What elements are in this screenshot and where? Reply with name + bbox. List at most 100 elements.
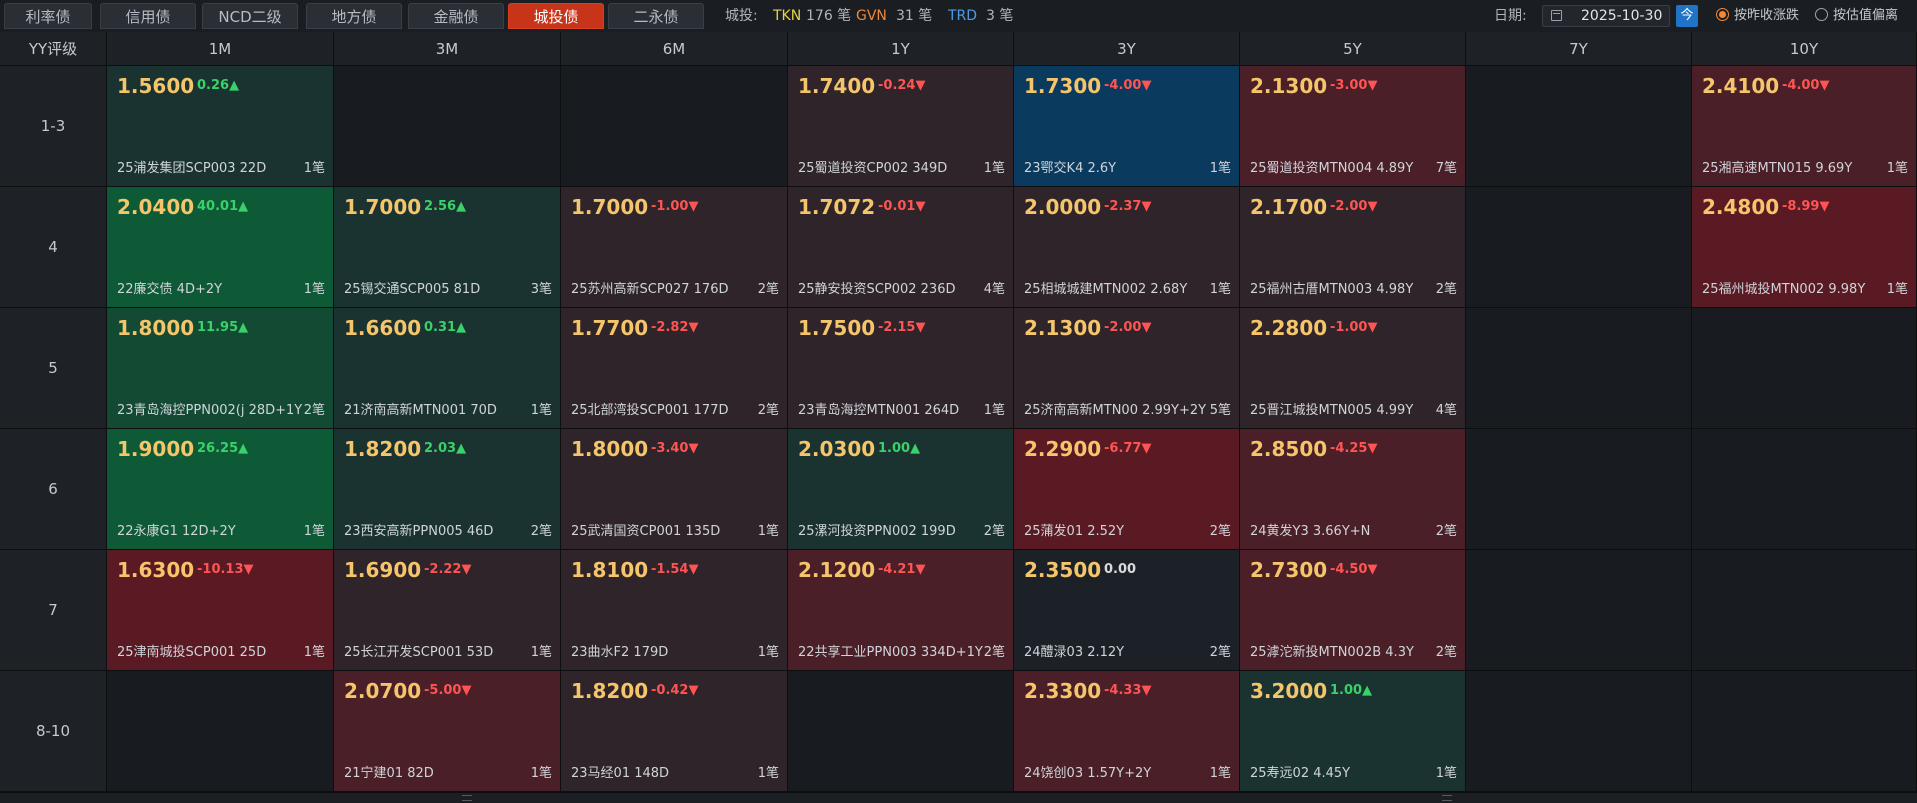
tab-perpetual-bonds[interactable]: 二永债 [608,3,704,29]
grid-cell[interactable]: 2.7300 -4.50▼ 25滹沱新投MTN002B 4.3Y 2笔 [1240,550,1466,671]
grid-cell[interactable]: 1.9000 26.25▲ 22永康G1 12D+2Y 1笔 [107,429,334,550]
grid-cell[interactable]: 2.3300 -4.33▼ 24饶创03 1.57Y+2Y 1笔 [1014,671,1240,792]
yield-value: 1.8000 [571,437,649,461]
empty-cell [1466,671,1692,792]
tab-credit-bonds[interactable]: 信用债 [100,3,196,29]
date-picker[interactable]: 2025-10-30 [1542,5,1670,27]
grid-cell[interactable]: 1.8100 -1.54▼ 23曲水F2 179D 1笔 [561,550,788,671]
bond-name: 25福州古厝MTN003 4.98Y [1250,282,1414,297]
trade-count: 1笔 [983,403,1005,418]
tab-rate-bonds[interactable]: 利率债 [4,3,92,29]
radio-by-prev-close[interactable] [1716,8,1729,21]
grid-cell[interactable]: 2.2800 -1.00▼ 25晋江城投MTN005 4.99Y 4笔 [1240,308,1466,429]
yield-change: -4.25▼ [1330,441,1378,456]
empty-cell [1466,550,1692,671]
grid-cell[interactable]: 1.7500 -2.15▼ 23青岛海控MTN001 264D 1笔 [788,308,1014,429]
grid-cell[interactable]: 1.6900 -2.22▼ 25长江开发SCP001 53D 1笔 [334,550,561,671]
trade-count: 1笔 [757,524,779,539]
radio-by-prev-close-label[interactable]: 按昨收涨跌 [1734,0,1799,32]
yield-value: 1.7400 [798,74,876,98]
grid-cell[interactable]: 2.0000 -2.37▼ 25相城城建MTN002 2.68Y 1笔 [1014,187,1240,308]
yield-value: 1.8200 [344,437,422,461]
bond-name: 23曲水F2 179D [571,645,669,660]
bond-name: 24黄发Y3 3.66Y+N [1250,524,1371,539]
yield-change: -2.15▼ [878,320,926,335]
grid-cell[interactable]: 1.7300 -4.00▼ 23鄂交K4 2.6Y 1笔 [1014,66,1240,187]
yield-value: 3.2000 [1250,679,1328,703]
grid-cell[interactable]: 2.1300 -2.00▼ 25济南高新MTN00 2.99Y+2Y 5笔 [1014,308,1240,429]
grid-cell[interactable]: 2.2900 -6.77▼ 25蒲发01 2.52Y 2笔 [1014,429,1240,550]
trade-count: 2笔 [983,524,1005,539]
trade-count: 3笔 [530,282,552,297]
grid-cell[interactable]: 1.6600 0.31▲ 21济南高新MTN001 70D 1笔 [334,308,561,429]
grid-cell[interactable]: 2.3500 0.00 24醴渌03 2.12Y 2笔 [1014,550,1240,671]
trade-count: 2笔 [303,403,325,418]
tab-financial-bonds[interactable]: 金融债 [408,3,504,29]
grid-cell[interactable]: 2.4800 -8.99▼ 25福州城投MTN002 9.98Y 1笔 [1692,187,1917,308]
trade-count: 1笔 [530,766,552,781]
radio-by-valuation-deviation-label[interactable]: 按估值偏离 [1833,0,1898,32]
horizontal-scrollbar[interactable] [0,792,1917,803]
grid-cell[interactable]: 1.8000 -3.40▼ 25武清国资CP001 135D 1笔 [561,429,788,550]
yield-change: -0.24▼ [878,78,926,93]
column-header-6m: 6M [561,32,788,66]
bond-name: 24醴渌03 2.12Y [1024,645,1125,660]
yield-change: -0.01▼ [878,199,926,214]
grid-cell[interactable]: 1.5600 0.26▲ 25浦发集团SCP003 22D 1笔 [107,66,334,187]
date-value[interactable]: 2025-10-30 [1581,6,1662,26]
tab-urban-investment-bonds[interactable]: 城投债 [508,3,604,29]
calendar-icon[interactable] [1551,10,1562,21]
yield-value: 1.8200 [571,679,649,703]
yield-change: 40.01▲ [197,199,249,214]
bond-name: 25晋江城投MTN005 4.99Y [1250,403,1414,418]
trade-count: 2笔 [530,524,552,539]
grid-cell[interactable]: 2.4100 -4.00▼ 25湘高速MTN015 9.69Y 1笔 [1692,66,1917,187]
yield-value: 2.1300 [1024,316,1102,340]
empty-cell [1692,308,1917,429]
grid-cell[interactable]: 1.7700 -2.82▼ 25北部湾投SCP001 177D 2笔 [561,308,788,429]
grid-cell[interactable]: 2.0400 40.01▲ 22廉交债 4D+2Y 1笔 [107,187,334,308]
grid-cell[interactable]: 1.8200 -0.42▼ 23马经01 148D 1笔 [561,671,788,792]
grid-cell[interactable]: 1.7072 -0.01▼ 25静安投资SCP002 236D 4笔 [788,187,1014,308]
yield-change: 0.00 [1104,562,1137,577]
grid-cell[interactable]: 3.2000 1.00▲ 25寿远02 4.45Y 1笔 [1240,671,1466,792]
grid-cell[interactable]: 2.1300 -3.00▼ 25蜀道投资MTN004 4.89Y 7笔 [1240,66,1466,187]
yield-change: -3.00▼ [1330,78,1378,93]
yield-value: 1.7700 [571,316,649,340]
tab-local-bonds[interactable]: 地方债 [306,3,402,29]
trade-count: 7笔 [1435,161,1457,176]
grid-cell[interactable]: 1.8200 2.03▲ 23西安高新PPN005 46D 2笔 [334,429,561,550]
grid-cell[interactable]: 2.8500 -4.25▼ 24黄发Y3 3.66Y+N 2笔 [1240,429,1466,550]
radio-by-valuation-deviation[interactable] [1815,8,1828,21]
bond-name: 22廉交债 4D+2Y [117,282,223,297]
bond-name: 25相城城建MTN002 2.68Y [1024,282,1188,297]
grid-cell[interactable]: 2.1200 -4.21▼ 22共享工业PPN003 334D+1Y 2笔 [788,550,1014,671]
tab-ncd-secondary[interactable]: NCD二级 [202,3,298,29]
bond-name: 25北部湾投SCP001 177D [571,403,729,418]
trade-count: 4笔 [983,282,1005,297]
row-header-7: 7 [0,550,107,671]
yield-change: 11.95▲ [197,320,249,335]
splitter-grip-icon[interactable] [1442,795,1452,801]
trade-count: 2笔 [1209,645,1231,660]
corner-rating-header: YY评级 [0,32,107,66]
yield-value: 2.8500 [1250,437,1328,461]
bond-name: 21宁建01 82D [344,766,434,781]
grid-cell[interactable]: 1.7000 -1.00▼ 25苏州高新SCP027 176D 2笔 [561,187,788,308]
gvn-label: GVN [856,8,887,24]
bond-name: 25锡交通SCP005 81D [344,282,481,297]
grid-cell[interactable]: 2.0300 1.00▲ 25漯河投资PPN002 199D 2笔 [788,429,1014,550]
today-button[interactable]: 今 [1676,5,1698,27]
yield-value: 1.7000 [571,195,649,219]
grid-cell[interactable]: 1.8000 11.95▲ 23青岛海控PPN002(j 28D+1Y 2笔 [107,308,334,429]
grid-cell[interactable]: 1.7000 2.56▲ 25锡交通SCP005 81D 3笔 [334,187,561,308]
yield-value: 2.1700 [1250,195,1328,219]
grid-cell[interactable]: 1.6300 -10.13▼ 25津南城投SCP001 25D 1笔 [107,550,334,671]
yield-change: -6.77▼ [1104,441,1152,456]
yield-change: 1.00▲ [1330,683,1373,698]
grid-cell[interactable]: 1.7400 -0.24▼ 25蜀道投资CP002 349D 1笔 [788,66,1014,187]
yield-change: 26.25▲ [197,441,249,456]
splitter-grip-icon[interactable] [462,795,472,801]
grid-cell[interactable]: 2.1700 -2.00▼ 25福州古厝MTN003 4.98Y 2笔 [1240,187,1466,308]
grid-cell[interactable]: 2.0700 -5.00▼ 21宁建01 82D 1笔 [334,671,561,792]
